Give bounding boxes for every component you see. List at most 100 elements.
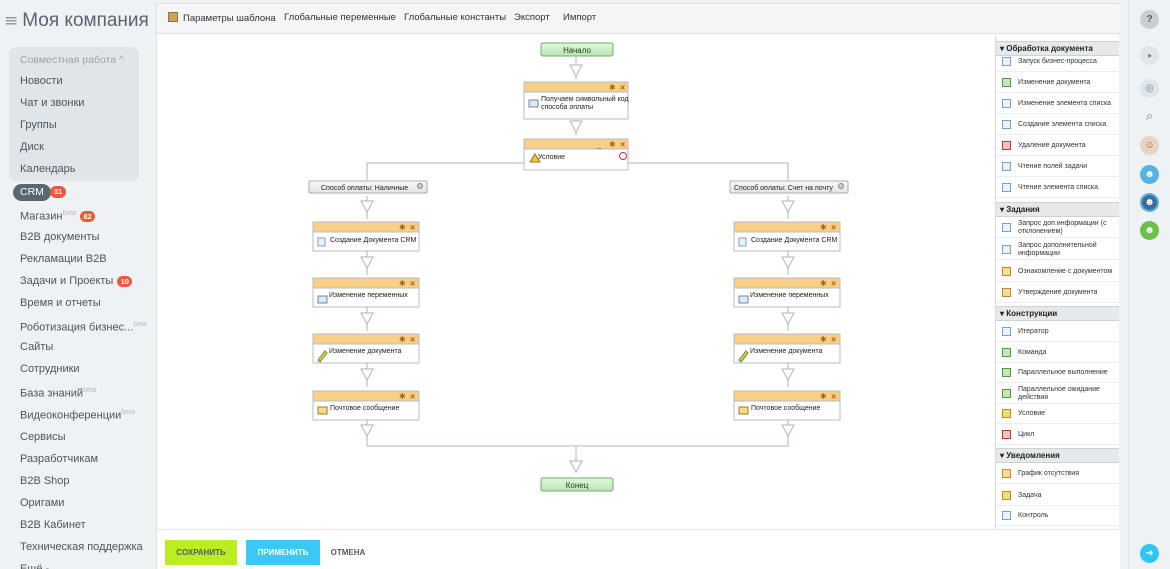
activity-create-crm-doc-right[interactable]: ✱ × Создание Документа CRM [733, 221, 841, 252]
branch-cash[interactable]: Способ оплаты: Наличные [308, 180, 428, 194]
menu-item[interactable]: Сайты [20, 337, 53, 357]
menu-item[interactable]: B2B Shop [20, 471, 70, 491]
company-logo[interactable]: ≡ Моя компания 2 [4, 8, 148, 34]
gear-icon[interactable]: ✱ [399, 392, 406, 401]
close-icon[interactable]: × [620, 140, 625, 150]
activity-section-notifications[interactable]: ▾ Уведомления [996, 448, 1119, 463]
gear-icon[interactable]: ✱ [399, 335, 406, 344]
gear-icon[interactable]: ✱ [820, 279, 827, 288]
activity-item[interactable]: Запрос доп.информации (с отклонением) [996, 218, 1119, 238]
avatar[interactable]: ☺ [1140, 136, 1159, 155]
gear-icon[interactable]: ✱ [820, 392, 827, 401]
activity-change-doc-left[interactable]: ✱ × Изменение документа [312, 333, 420, 364]
activity-item[interactable]: Чтение элемента списка [996, 178, 1119, 198]
activity-mail-left[interactable]: ✱ × Почтовое сообщение [312, 390, 420, 421]
activity-condition[interactable]: _ ✱ × Условие [523, 138, 629, 171]
team-icon[interactable]: ☻ [1140, 221, 1159, 240]
activity-get-payment-code[interactable]: ✱ × Получаем символьный код способа опла… [523, 81, 629, 120]
minimize-icon[interactable]: _ [596, 140, 602, 149]
start-node[interactable]: Начало [540, 42, 614, 57]
close-icon[interactable]: × [620, 83, 625, 93]
close-icon[interactable]: × [410, 392, 415, 402]
search-icon[interactable]: ⌕ [1140, 106, 1159, 125]
menu-item-groups[interactable]: Группы [20, 115, 57, 135]
close-icon[interactable]: × [410, 335, 415, 345]
workflow-canvas[interactable]: Начало ✱ × Получаем символьный код спосо… [157, 35, 995, 529]
template-params-link[interactable]: Параметры шаблона [168, 12, 276, 24]
menu-item[interactable]: Разработчикам [20, 449, 98, 469]
menu-item-chat[interactable]: Чат и звонки [20, 93, 84, 113]
menu-item-calendar[interactable]: Календарь [20, 159, 76, 179]
save-button[interactable]: СОХРАНИТЬ [165, 540, 237, 565]
bell-icon[interactable]: ● [1140, 46, 1159, 65]
activity-mail-right[interactable]: ✱ × Почтовое сообщение [733, 390, 841, 421]
gear-icon[interactable]: ✱ [609, 140, 616, 149]
gear-icon[interactable]: ✱ [820, 335, 827, 344]
activity-section-constructs[interactable]: ▾ Конструкции [996, 306, 1119, 321]
cancel-button[interactable]: ОТМЕНА [328, 540, 368, 565]
activity-item[interactable]: Задача [996, 486, 1119, 506]
close-icon[interactable]: × [831, 223, 836, 233]
close-icon[interactable]: × [410, 279, 415, 289]
activity-item[interactable]: Условие [996, 404, 1119, 424]
menu-item[interactable]: База знанийbeta [20, 381, 97, 401]
export-link[interactable]: Экспорт [514, 12, 550, 23]
global-consts-link[interactable]: Глобальные константы [404, 12, 506, 23]
activity-item[interactable]: Чтение полей задачи [996, 157, 1119, 177]
activity-item[interactable]: Изменение документа [996, 73, 1119, 93]
activity-item[interactable]: Контроль [996, 506, 1119, 526]
menu-item-news[interactable]: Новости [20, 71, 63, 91]
activity-item[interactable]: Параллельное выполнение [996, 363, 1119, 383]
exit-icon[interactable]: ➜ [1140, 544, 1159, 563]
activity-section-tasks[interactable]: ▾ Задания [996, 202, 1119, 217]
menu-item[interactable]: Магазинbeta 82 [20, 204, 96, 224]
menu-item[interactable]: Сотрудники [20, 359, 80, 379]
activity-item[interactable]: Изменение элемента списка [996, 94, 1119, 114]
gear-icon[interactable]: ✱ [399, 223, 406, 232]
close-icon[interactable]: × [831, 392, 836, 402]
menu-icon[interactable]: ≡ [4, 11, 18, 31]
activity-item[interactable]: Утверждение документа [996, 283, 1119, 303]
global-vars-link[interactable]: Глобальные переменные [284, 12, 396, 23]
branch-settings-icon[interactable] [417, 183, 423, 189]
close-icon[interactable]: × [831, 279, 836, 289]
activity-item[interactable]: Итератор [996, 322, 1119, 342]
activity-item[interactable]: Цикл [996, 425, 1119, 445]
activity-item[interactable]: Запуск бизнес-процесса [996, 52, 1119, 72]
group-chat-icon[interactable]: ☻ [1140, 193, 1159, 212]
import-link[interactable]: Импорт [563, 12, 596, 23]
menu-group-title[interactable]: Совместная работа ^ [20, 50, 124, 70]
apply-button[interactable]: ПРИМЕНИТЬ [246, 540, 320, 565]
activity-change-vars-right[interactable]: ✱ × Изменение переменных [733, 277, 841, 308]
menu-item-crm[interactable]: CRM [13, 184, 51, 201]
activity-create-crm-doc-left[interactable]: ✱ × Создание Документа CRM [312, 221, 420, 252]
menu-item[interactable]: B2B документы [20, 227, 99, 247]
branch-mail-invoice[interactable]: Способ оплаты: Счет на почту [729, 180, 849, 194]
close-icon[interactable]: × [410, 223, 415, 233]
chat-icon[interactable]: ◎ [1140, 79, 1159, 98]
menu-item[interactable]: Время и отчеты [20, 293, 101, 313]
menu-item[interactable]: Техническая поддержка [20, 537, 143, 557]
company-name[interactable]: Моя компания [22, 10, 148, 32]
activity-change-vars-left[interactable]: ✱ × Изменение переменных [312, 277, 420, 308]
activity-item[interactable]: Ознакомление с документом [996, 262, 1119, 282]
branch-settings-icon[interactable] [838, 183, 844, 189]
activity-item[interactable]: Команда [996, 343, 1119, 363]
activity-item[interactable]: Создание элемента списка [996, 115, 1119, 135]
end-node[interactable]: Конец [540, 477, 614, 492]
menu-item[interactable]: B2B Кабинет [20, 515, 86, 535]
gear-icon[interactable]: ✱ [820, 223, 827, 232]
activity-item[interactable]: Параллельное ожидание действия [996, 384, 1119, 404]
help-icon[interactable]: ? [1140, 10, 1159, 29]
menu-item[interactable]: Оригами [20, 493, 64, 513]
menu-item[interactable]: Задачи и Проекты 10 [20, 271, 133, 291]
gear-icon[interactable]: ✱ [609, 83, 616, 92]
menu-item[interactable]: Видеоконференцииbeta [20, 403, 135, 423]
menu-item[interactable]: Роботизация бизнес...beta [20, 315, 147, 335]
activity-item[interactable]: Удаление документа [996, 136, 1119, 156]
activity-item[interactable]: График отсутствия [996, 464, 1119, 484]
menu-item[interactable]: Рекламации B2B [20, 249, 107, 269]
close-icon[interactable]: × [831, 335, 836, 345]
menu-item[interactable]: Сервисы [20, 427, 66, 447]
users-icon[interactable]: ☻ [1140, 165, 1159, 184]
